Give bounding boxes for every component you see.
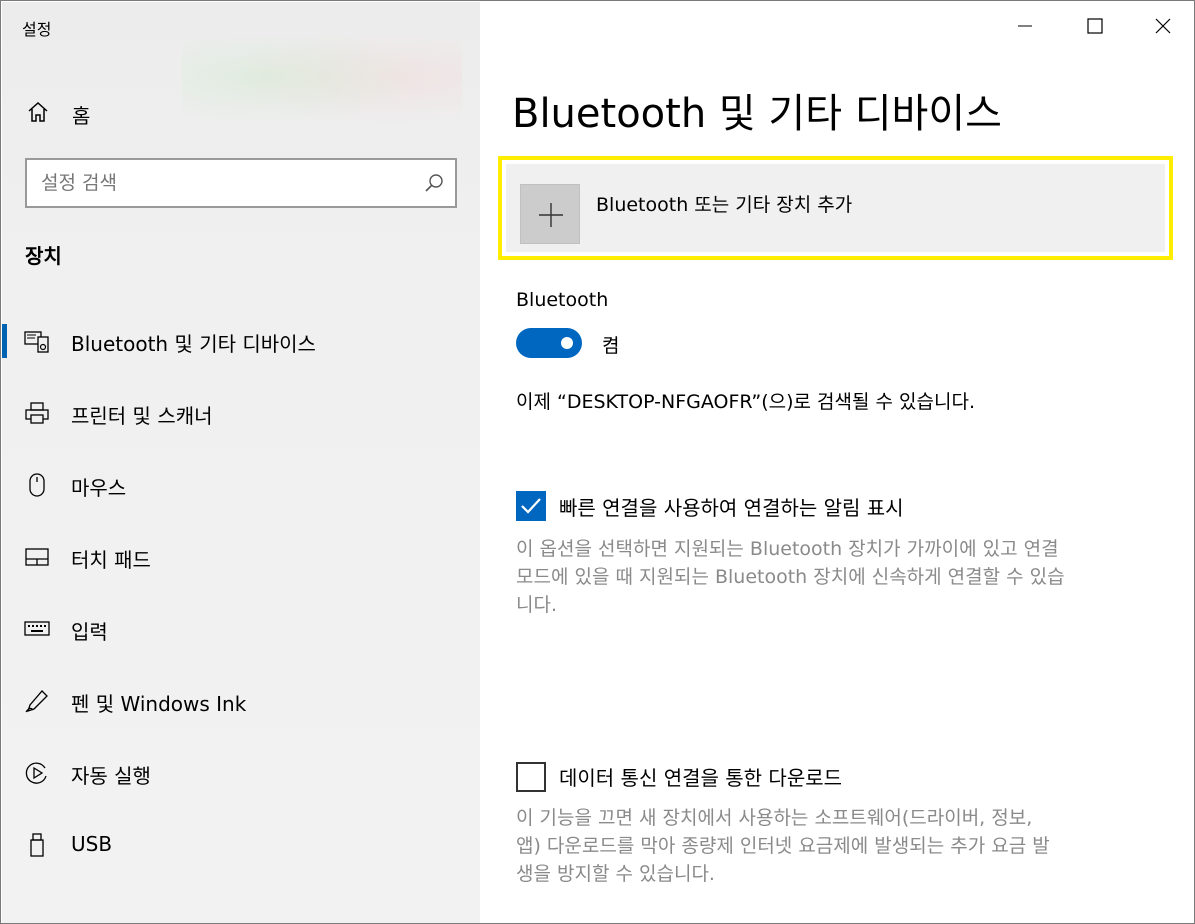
toggle-knob (561, 337, 573, 349)
search-box[interactable] (25, 158, 457, 208)
description-line: 생을 방지할 수 있습니다. (516, 863, 715, 885)
sidebar-item-label: 터치 패드 (71, 548, 151, 572)
close-button[interactable] (1129, 2, 1195, 50)
add-device-button[interactable]: Bluetooth 또는 기타 장치 추가 (498, 156, 1173, 260)
add-icon-box (520, 184, 580, 244)
home-icon (26, 100, 50, 124)
discoverable-text: 이제 “DESKTOP-NFGAOFR”(으)로 검색될 수 있습니다. (516, 391, 976, 413)
usb-icon (24, 832, 50, 858)
section-title: 장치 (25, 244, 62, 268)
keyboard-icon (24, 616, 50, 642)
bluetooth-devices-icon (24, 328, 50, 354)
sidebar-item-printers[interactable]: 프린터 및 스캐너 (2, 390, 480, 436)
description-line: 이 옵션을 선택하면 지원되는 Bluetooth 장치가 가까이에 있고 연결 (516, 538, 1059, 560)
selected-indicator (2, 324, 7, 358)
metered-download-description: 이 기능을 끄면 새 장치에서 사용하는 소프트웨어(드라이버, 정보, 앱) … (516, 804, 1166, 888)
mouse-icon (24, 472, 50, 498)
checkmark-icon (521, 498, 541, 514)
add-device-panel: Bluetooth 또는 기타 장치 추가 (506, 164, 1165, 252)
app-title: 설정 (22, 20, 52, 39)
sidebar-item-home[interactable]: 홈 (2, 90, 480, 134)
page-title: Bluetooth 및 기타 디바이스 (512, 91, 1002, 137)
bluetooth-label: Bluetooth (516, 289, 609, 311)
autoplay-icon (24, 760, 50, 786)
sidebar: 설정 홈 장치 Bluetooth 및 기타 디바이스 프린터 (2, 2, 480, 923)
minimize-button[interactable] (991, 2, 1059, 50)
sidebar-item-bluetooth[interactable]: Bluetooth 및 기타 디바이스 (2, 318, 480, 364)
sidebar-item-touchpad[interactable]: 터치 패드 (2, 534, 480, 580)
sidebar-item-typing[interactable]: 입력 (2, 606, 480, 652)
sidebar-item-label: 홈 (72, 104, 91, 128)
close-icon (1155, 18, 1171, 34)
description-line: 이 기능을 끄면 새 장치에서 사용하는 소프트웨어(드라이버, 정보, (516, 807, 1033, 829)
add-device-label: Bluetooth 또는 기타 장치 추가 (596, 194, 853, 216)
sidebar-item-label: Bluetooth 및 기타 디바이스 (71, 332, 316, 356)
sidebar-item-label: 프린터 및 스캐너 (71, 404, 213, 428)
printer-icon (24, 400, 50, 426)
sidebar-item-usb[interactable]: USB (2, 822, 480, 868)
settings-window: 설정 홈 장치 Bluetooth 및 기타 디바이스 프린터 (0, 0, 1195, 924)
sidebar-item-mouse[interactable]: 마우스 (2, 462, 480, 508)
description-line: 앱) 다운로드를 막아 종량제 인터넷 요금제에 발생되는 추가 요금 발 (516, 835, 1050, 857)
sidebar-item-label: USB (71, 832, 113, 856)
pen-icon (24, 688, 50, 714)
search-input[interactable] (41, 168, 411, 198)
sidebar-item-pen[interactable]: 펜 및 Windows Ink (2, 678, 480, 724)
maximize-button[interactable] (1061, 2, 1129, 50)
metered-download-label[interactable]: 데이터 통신 연결을 통한 다운로드 (559, 762, 842, 791)
sidebar-item-label: 입력 (71, 620, 108, 644)
swift-pair-description: 이 옵션을 선택하면 지원되는 Bluetooth 장치가 가까이에 있고 연결… (516, 535, 1166, 619)
bluetooth-state-text: 켬 (602, 335, 620, 357)
touchpad-icon (24, 544, 50, 570)
swift-pair-checkbox[interactable] (516, 491, 546, 521)
sidebar-item-autoplay[interactable]: 자동 실행 (2, 750, 480, 796)
metered-download-checkbox[interactable] (516, 762, 546, 792)
sidebar-item-label: 마우스 (71, 476, 127, 500)
plus-icon (539, 203, 563, 227)
maximize-icon (1087, 18, 1103, 34)
bluetooth-toggle[interactable] (516, 328, 582, 358)
sidebar-item-label: 펜 및 Windows Ink (71, 692, 247, 716)
swift-pair-label[interactable]: 빠른 연결을 사용하여 연결하는 알림 표시 (559, 492, 904, 521)
description-line: 니다. (516, 594, 557, 616)
sidebar-item-label: 자동 실행 (71, 764, 151, 788)
search-icon[interactable] (423, 172, 445, 194)
description-line: 모드에 있을 때 지원되는 Bluetooth 장치에 신속하게 연결할 수 있… (516, 566, 1065, 588)
minimize-icon (1018, 25, 1032, 27)
